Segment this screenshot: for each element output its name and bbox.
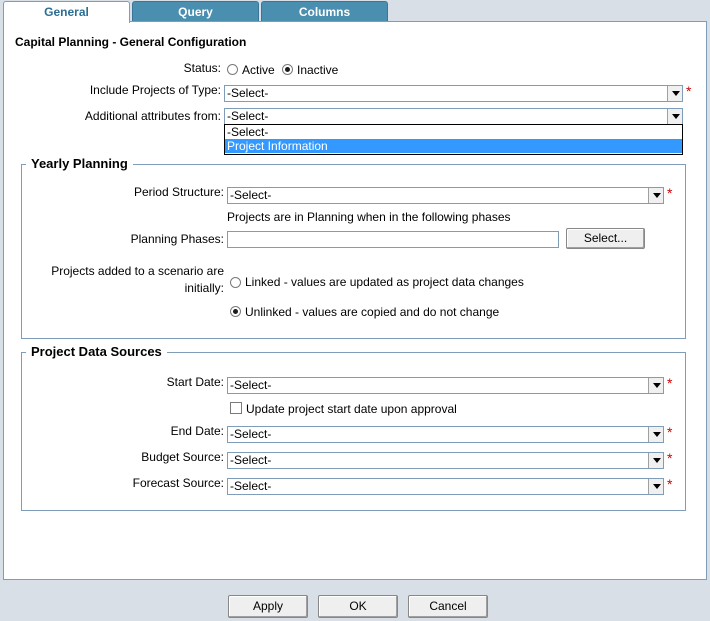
- status-inactive-radio[interactable]: [282, 64, 293, 75]
- additional-attributes-value: -Select-: [227, 109, 269, 123]
- required-marker: *: [667, 424, 673, 440]
- chevron-down-icon[interactable]: [648, 188, 663, 203]
- required-marker: *: [667, 476, 673, 492]
- budget-source-select[interactable]: -Select-: [227, 452, 664, 469]
- status-inactive-label: Inactive: [297, 63, 339, 77]
- required-marker: *: [667, 375, 673, 391]
- dropdown-option-select[interactable]: -Select-: [225, 125, 682, 139]
- required-marker: *: [667, 185, 673, 201]
- chevron-down-icon[interactable]: [667, 86, 682, 101]
- planning-phases-select-button[interactable]: Select...: [566, 228, 645, 249]
- general-panel: Capital Planning - General Configuration…: [3, 21, 707, 580]
- scenario-unlinked-label: Unlinked - values are copied and do not …: [245, 305, 500, 319]
- chevron-down-icon[interactable]: [648, 479, 663, 494]
- dropdown-option-project-information[interactable]: Project Information: [225, 139, 682, 153]
- project-data-sources-legend: Project Data Sources: [26, 344, 167, 359]
- ok-button[interactable]: OK: [318, 595, 398, 618]
- tab-bar: General Query Columns: [0, 0, 710, 23]
- chevron-down-icon[interactable]: [648, 378, 663, 393]
- tab-query[interactable]: Query: [132, 1, 259, 22]
- start-date-label: Start Date:: [166, 375, 224, 389]
- required-marker: *: [686, 83, 692, 99]
- end-date-select[interactable]: -Select-: [227, 426, 664, 443]
- status-active-label: Active: [242, 63, 275, 77]
- period-structure-label: Period Structure:: [133, 185, 224, 199]
- chevron-down-icon[interactable]: [648, 427, 663, 442]
- end-date-label: End Date:: [170, 424, 224, 438]
- additional-attributes-select[interactable]: -Select-: [224, 108, 683, 125]
- start-date-select[interactable]: -Select-: [227, 377, 664, 394]
- tab-general[interactable]: General: [3, 1, 130, 23]
- scenario-label-line2: initially:: [184, 281, 224, 295]
- additional-attributes-label: Additional attributes from:: [84, 109, 221, 123]
- scenario-linked-label: Linked - values are updated as project d…: [245, 275, 524, 289]
- planning-phases-label: Planning Phases:: [130, 232, 224, 246]
- additional-attributes-dropdown: -Select- Project Information: [224, 124, 683, 155]
- apply-button[interactable]: Apply: [228, 595, 308, 618]
- planning-phases-input[interactable]: [227, 231, 559, 248]
- planning-phases-note: Projects are in Planning when in the fol…: [227, 210, 511, 224]
- start-date-value: -Select-: [230, 378, 272, 392]
- include-type-label: Include Projects of Type:: [89, 83, 221, 97]
- update-start-date-checkbox[interactable]: [230, 402, 242, 414]
- forecast-source-label: Forecast Source:: [132, 476, 224, 490]
- scenario-unlinked-radio[interactable]: [230, 306, 241, 317]
- period-structure-value: -Select-: [230, 188, 272, 202]
- tab-columns[interactable]: Columns: [261, 1, 388, 22]
- budget-source-value: -Select-: [230, 453, 272, 467]
- chevron-down-icon[interactable]: [648, 453, 663, 468]
- required-marker: *: [667, 450, 673, 466]
- page-title: Capital Planning - General Configuration: [15, 35, 247, 49]
- yearly-planning-legend: Yearly Planning: [26, 156, 133, 171]
- end-date-value: -Select-: [230, 427, 272, 441]
- status-active-radio[interactable]: [227, 64, 238, 75]
- chevron-down-icon[interactable]: [667, 109, 682, 124]
- forecast-source-select[interactable]: -Select-: [227, 478, 664, 495]
- include-type-select[interactable]: -Select-: [224, 85, 683, 102]
- include-type-value: -Select-: [227, 86, 269, 100]
- scenario-label-line1: Projects added to a scenario are: [51, 264, 224, 278]
- forecast-source-value: -Select-: [230, 479, 272, 493]
- period-structure-select[interactable]: -Select-: [227, 187, 664, 204]
- status-label: Status:: [183, 61, 221, 75]
- update-start-date-label: Update project start date upon approval: [246, 402, 457, 416]
- cancel-button[interactable]: Cancel: [408, 595, 488, 618]
- budget-source-label: Budget Source:: [141, 450, 224, 464]
- scenario-linked-radio[interactable]: [230, 277, 241, 288]
